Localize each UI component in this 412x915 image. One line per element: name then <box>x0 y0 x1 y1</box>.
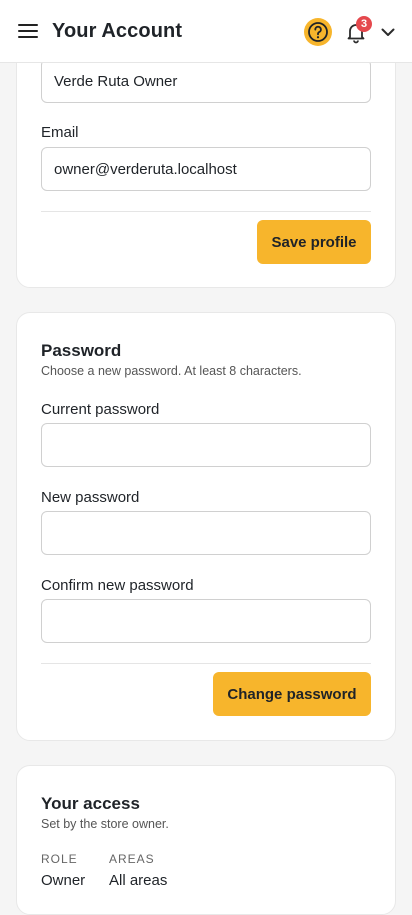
access-card: Your access Set by the store owner. ROLE… <box>16 765 396 915</box>
current-password-label: Current password <box>41 401 160 418</box>
chevron-down-icon <box>381 28 395 36</box>
account-menu-button[interactable] <box>380 25 396 39</box>
new-password-label: New password <box>41 489 140 506</box>
password-card-title: Password <box>41 341 122 360</box>
password-card-subtitle: Choose a new password. At least 8 charac… <box>41 364 302 378</box>
areas-key: AREAS <box>109 852 155 866</box>
help-circle-icon <box>308 22 328 42</box>
email-field[interactable] <box>41 147 371 191</box>
confirm-password-field[interactable] <box>41 599 371 643</box>
current-password-field[interactable] <box>41 423 371 467</box>
role-value: Owner <box>41 872 86 889</box>
access-card-title: Your access <box>41 794 140 813</box>
areas-value: All areas <box>109 872 168 889</box>
help-button[interactable] <box>304 18 332 46</box>
hamburger-menu-icon[interactable] <box>18 23 38 39</box>
confirm-password-label: Confirm new password <box>41 577 194 594</box>
role-key: ROLE <box>41 852 78 866</box>
new-password-field[interactable] <box>41 511 371 555</box>
page-title: Your Account <box>52 20 183 42</box>
save-profile-button[interactable]: Save profile <box>257 220 371 264</box>
notification-count-badge: 3 <box>356 16 372 32</box>
divider <box>41 663 371 664</box>
name-field[interactable] <box>41 59 371 103</box>
top-bar: Your Account 3 <box>0 0 412 63</box>
divider <box>41 211 371 212</box>
password-card: Password Choose a new password. At least… <box>16 312 396 741</box>
change-password-button[interactable]: Change password <box>213 672 371 716</box>
email-label: Email <box>41 124 79 141</box>
access-card-subtitle: Set by the store owner. <box>41 817 169 831</box>
